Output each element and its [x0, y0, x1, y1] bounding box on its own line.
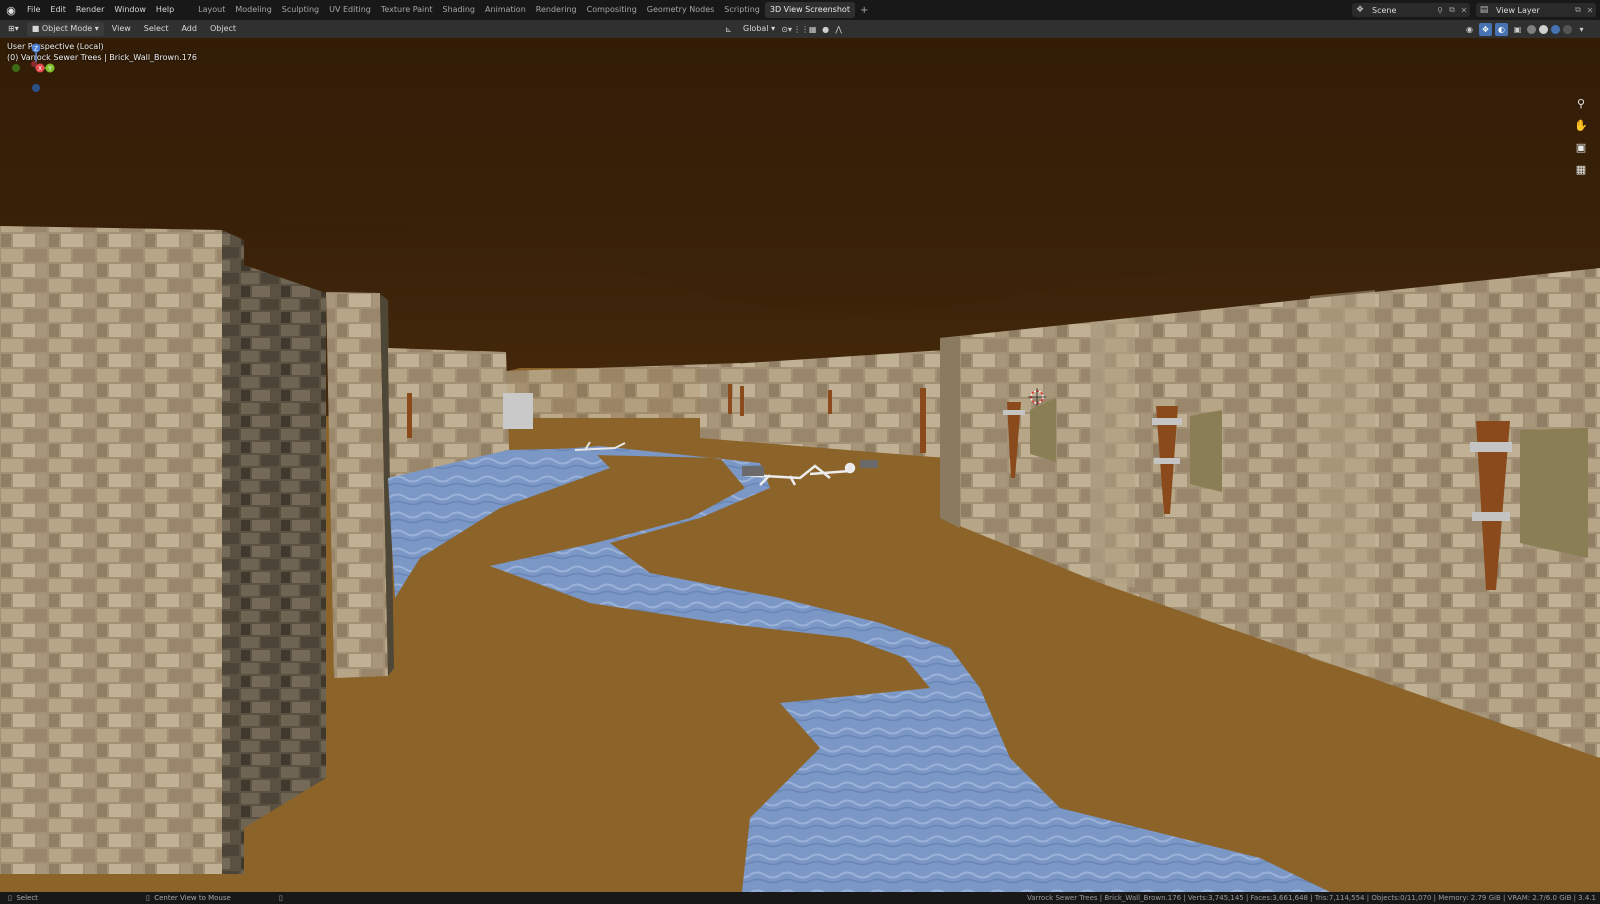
status-bar: ▯ Select ▯ Center View to Mouse ▯ Varroc…	[0, 892, 1600, 904]
left-wall-near	[0, 226, 222, 874]
mouse-left-icon: ▯	[8, 894, 17, 902]
orientation-selector[interactable]: Global ▾	[738, 22, 780, 36]
tab-texture-paint[interactable]: Texture Paint	[376, 2, 438, 18]
wireframe-shading-icon[interactable]	[1527, 24, 1536, 34]
transform-controls: ⊾ Global ▾ ⊙▾ ⋮⋮ ▦ ● ⋀	[722, 22, 845, 36]
xray-icon[interactable]: ▣	[1511, 23, 1524, 36]
material-shading-icon[interactable]	[1551, 24, 1560, 34]
camera-icon[interactable]: ▣	[1573, 140, 1589, 156]
visibility-icon[interactable]: ◉	[1463, 23, 1476, 36]
view-layer-name[interactable]: View Layer	[1492, 6, 1572, 15]
tab-uv-editing[interactable]: UV Editing	[324, 2, 376, 18]
snap-target-icon[interactable]: ▦	[806, 23, 819, 36]
top-bar: ◉ File Edit Render Window Help Layout Mo…	[0, 0, 1600, 20]
viewport-navigation-tools: ⚲ ✋ ▣ ▦	[1573, 96, 1589, 178]
mouse-middle-icon: ▯	[145, 894, 155, 902]
status-select: ▯ Select	[8, 894, 38, 902]
3d-viewport[interactable]: User Perspective (Local) (0) Varrock Sew…	[0, 38, 1600, 892]
pan-hand-icon[interactable]: ✋	[1573, 118, 1589, 134]
menu-window[interactable]: Window	[109, 0, 151, 20]
gizmo-toggle-icon[interactable]: ✥	[1479, 22, 1492, 36]
falloff-icon[interactable]: ⋀	[832, 23, 845, 36]
editor-type-button[interactable]: ⊞▾	[3, 22, 24, 36]
status-center-view-label: Center View to Mouse	[154, 894, 231, 902]
scene-icon: ❖	[1355, 5, 1365, 15]
snap-icon[interactable]: ⋮⋮	[793, 23, 809, 36]
overlay-toggle-icon[interactable]: ◐	[1495, 22, 1508, 36]
tab-3d-view-screenshot[interactable]: 3D View Screenshot	[764, 2, 855, 18]
new-scene-icon[interactable]: ⧉	[1446, 5, 1458, 15]
mode-label: Object Mode	[41, 24, 93, 33]
left-wall-pillar	[326, 292, 388, 678]
neg-z-axis-handle[interactable]	[32, 84, 40, 92]
workspace-tabs: Layout Modeling Sculpting UV Editing Tex…	[193, 0, 873, 20]
close-icon[interactable]: ✕	[1584, 6, 1596, 15]
orientation-label: Global	[743, 24, 769, 33]
menu-render[interactable]: Render	[71, 0, 109, 20]
add-workspace-button[interactable]: +	[855, 5, 873, 16]
tab-layout[interactable]: Layout	[193, 2, 230, 18]
menu-object[interactable]: Object	[205, 22, 241, 36]
menu-help[interactable]: Help	[151, 0, 179, 20]
tab-rendering[interactable]: Rendering	[531, 2, 582, 18]
menu-select[interactable]: Select	[139, 22, 174, 36]
view-layer-selector[interactable]: ▤ View Layer ⧉ ✕	[1476, 3, 1596, 17]
object-mode-icon: ■	[31, 24, 42, 33]
tab-shading[interactable]: Shading	[437, 2, 480, 18]
tab-sculpting[interactable]: Sculpting	[277, 2, 324, 18]
status-center-view: ▯ Center View to Mouse	[146, 894, 231, 902]
tab-compositing[interactable]: Compositing	[582, 2, 642, 18]
tab-scripting[interactable]: Scripting	[719, 2, 765, 18]
neg-y-axis-handle[interactable]	[12, 64, 20, 72]
scene-selector[interactable]: ❖ Scene ⚲ ⧉ ✕	[1352, 3, 1470, 17]
x-axis-label: X	[38, 66, 42, 73]
proportional-edit-icon[interactable]: ●	[819, 23, 832, 36]
new-layer-icon[interactable]: ⧉	[1572, 5, 1584, 15]
neg-x-axis-handle[interactable]	[31, 61, 37, 67]
y-axis-label: Y	[47, 66, 52, 73]
blender-logo-icon[interactable]: ◉	[0, 0, 22, 20]
scene-statistics: Varrock Sewer Trees | Brick_Wall_Brown.1…	[1027, 894, 1596, 902]
menu-file[interactable]: File	[22, 0, 45, 20]
pin-icon[interactable]: ⚲	[1434, 6, 1446, 15]
orientation-icon: ⊾	[725, 24, 732, 34]
tab-modeling[interactable]: Modeling	[230, 2, 276, 18]
status-select-label: Select	[16, 894, 38, 902]
navigation-gizmo[interactable]: Z Y X	[0, 38, 60, 98]
viewport-render[interactable]	[0, 38, 1600, 892]
rendered-shading-icon[interactable]	[1563, 24, 1572, 34]
z-axis-label: Z	[34, 46, 38, 53]
tab-animation[interactable]: Animation	[480, 2, 531, 18]
tab-geometry-nodes[interactable]: Geometry Nodes	[642, 2, 719, 18]
viewport-header: ⊞▾ ■ Object Mode ▾ View Select Add Objec…	[0, 20, 1600, 38]
view-layer-icon: ▤	[1479, 5, 1489, 15]
mouse-right-icon: ▯	[278, 894, 283, 902]
menu-add[interactable]: Add	[176, 22, 202, 36]
grid-icon[interactable]: ▦	[1573, 162, 1589, 178]
menu-view[interactable]: View	[107, 22, 136, 36]
viewport-display-controls: ◉ ✥ ◐ ▣ ▾	[1463, 22, 1588, 36]
pivot-icon[interactable]: ⊙▾	[780, 23, 793, 36]
shading-options-icon[interactable]: ▾	[1575, 23, 1588, 36]
scene-name[interactable]: Scene	[1368, 6, 1434, 15]
solid-shading-icon[interactable]	[1539, 24, 1548, 34]
mode-selector[interactable]: ■ Object Mode ▾	[26, 22, 104, 36]
menu-edit[interactable]: Edit	[45, 0, 71, 20]
close-icon[interactable]: ✕	[1458, 6, 1470, 15]
zoom-icon[interactable]: ⚲	[1573, 96, 1589, 112]
